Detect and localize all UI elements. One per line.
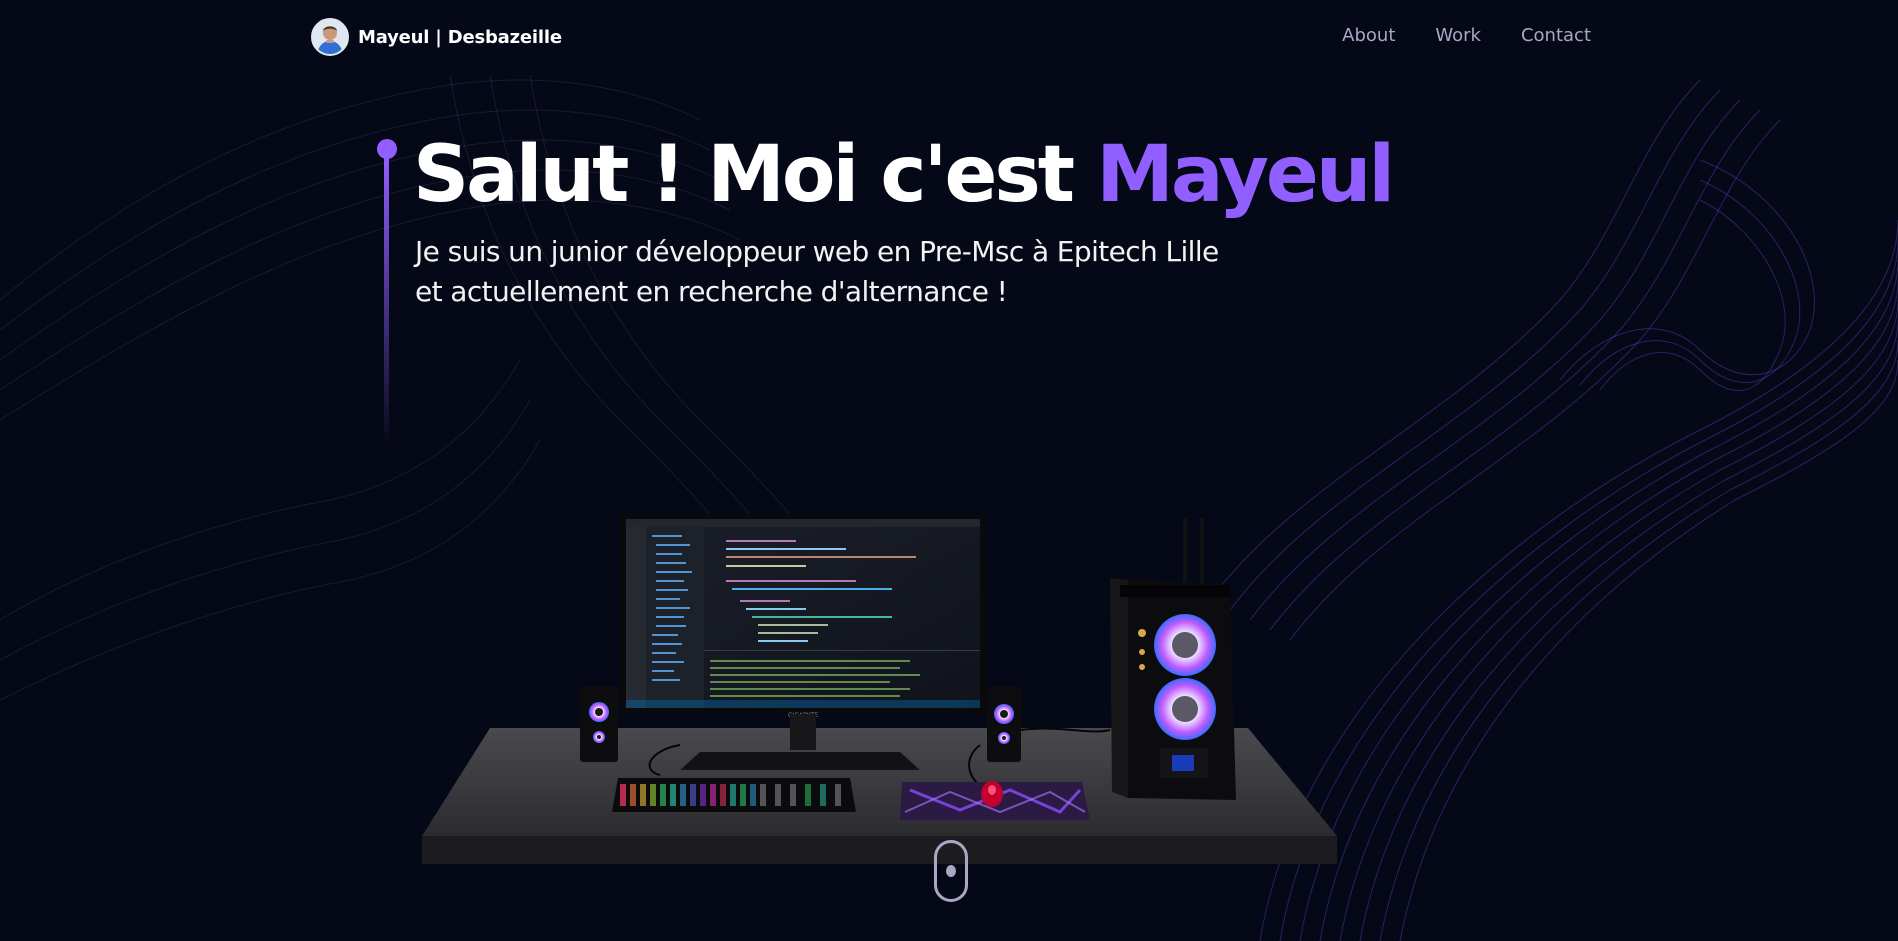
hero-subtitle-line-1: Je suis un junior développeur web en Pre… [415, 235, 1219, 268]
hero-title: Salut ! Moi c'est Mayeul [413, 127, 1395, 223]
brand-name: Mayeul | Desbazeille [358, 26, 562, 48]
scroll-dot [946, 865, 956, 877]
hero-title-prefix: Salut ! Moi c'est [413, 130, 1097, 220]
hero-section: Salut ! Moi c'est Mayeul Je suis un juni… [0, 0, 1898, 941]
hero-accent-dot [377, 139, 397, 159]
navbar: Mayeul | Desbazeille About Work Contact [0, 0, 1898, 75]
nav-links: About Work Contact [1342, 25, 1591, 46]
hero-accent-line [384, 157, 389, 447]
hero-subtitle: Je suis un junior développeur web en Pre… [415, 232, 1375, 312]
nav-link-contact[interactable]: Contact [1521, 25, 1591, 46]
person-avatar-icon [313, 20, 347, 54]
hero-subtitle-line-2: et actuellement en recherche d'alternanc… [415, 275, 1008, 308]
brand-logo-link[interactable]: Mayeul | Desbazeille [311, 18, 562, 56]
hero-title-highlight: Mayeul [1096, 130, 1395, 220]
scroll-mouse-icon[interactable] [934, 840, 968, 902]
nav-link-about[interactable]: About [1342, 25, 1395, 46]
nav-link-work[interactable]: Work [1435, 25, 1481, 46]
avatar [311, 18, 349, 56]
